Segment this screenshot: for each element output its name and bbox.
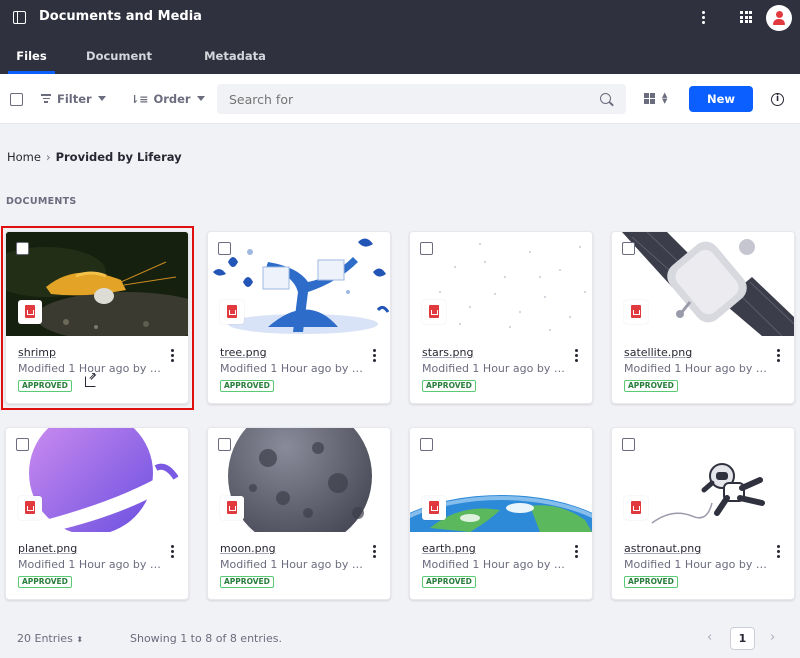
order-button[interactable]: ⇂≡ Order bbox=[130, 89, 205, 109]
card-title[interactable]: planet.png bbox=[18, 542, 77, 555]
tab-files[interactable]: Files bbox=[8, 39, 55, 74]
sort-icon: ⇂≡ bbox=[130, 93, 149, 106]
card-actions-kebab-icon[interactable] bbox=[575, 349, 578, 364]
document-card-shrimp[interactable]: shrimp Modified 1 Hour ago by Test Test … bbox=[5, 231, 189, 404]
breadcrumb: Home › Provided by Liferay bbox=[7, 150, 182, 164]
status-badge: APPROVED bbox=[624, 380, 678, 392]
card-meta: Modified 1 Hour ago by Test Test bbox=[624, 362, 769, 375]
card-actions-kebab-icon[interactable] bbox=[777, 349, 780, 364]
status-badge: APPROVED bbox=[422, 380, 476, 392]
image-file-icon bbox=[220, 300, 244, 324]
card-checkbox[interactable] bbox=[622, 242, 635, 255]
image-file-icon bbox=[220, 496, 244, 520]
document-card-stars[interactable]: stars.png Modified 1 Hour ago by Test Te… bbox=[409, 231, 593, 404]
card-checkbox[interactable] bbox=[622, 438, 635, 451]
filter-button[interactable]: Filter bbox=[41, 89, 106, 109]
info-icon[interactable]: i bbox=[771, 93, 784, 106]
card-meta: Modified 1 Hour ago by Test Test bbox=[422, 558, 567, 571]
card-meta: Modified 1 Hour ago by Test Test bbox=[220, 362, 365, 375]
chevron-down-icon bbox=[97, 96, 106, 101]
image-file-icon bbox=[624, 496, 648, 520]
breadcrumb-home[interactable]: Home bbox=[7, 150, 41, 164]
document-card-earth[interactable]: earth.png Modified 1 Hour ago by Test Te… bbox=[409, 427, 593, 600]
options-kebab-icon[interactable] bbox=[702, 11, 705, 26]
card-checkbox[interactable] bbox=[218, 438, 231, 451]
entries-per-page-selector[interactable]: 20 Entries ⬍ bbox=[17, 632, 83, 645]
card-actions-kebab-icon[interactable] bbox=[171, 545, 174, 560]
document-card-astronaut[interactable]: astronaut.png Modified 1 Hour ago by Tes… bbox=[611, 427, 795, 600]
tab-metadata-sets[interactable]: Metadata Sets bbox=[188, 39, 282, 97]
external-link-icon[interactable] bbox=[85, 371, 96, 387]
card-checkbox[interactable] bbox=[420, 438, 433, 451]
status-badge: APPROVED bbox=[422, 576, 476, 588]
pagination-results: Showing 1 to 8 of 8 entries. bbox=[130, 632, 282, 645]
section-title: DOCUMENTS bbox=[6, 196, 77, 207]
new-button[interactable]: New bbox=[689, 86, 753, 112]
display-style-cards-icon[interactable] bbox=[644, 93, 655, 104]
tabs-bar: Files Document Types Metadata Sets bbox=[0, 39, 800, 97]
caret-double-icon: ⬍ bbox=[76, 635, 84, 644]
card-actions-kebab-icon[interactable] bbox=[373, 349, 376, 364]
search-icon[interactable] bbox=[600, 93, 611, 104]
status-badge: APPROVED bbox=[220, 380, 274, 392]
apps-grid-icon[interactable] bbox=[740, 11, 752, 23]
app-header: Documents and Media bbox=[0, 0, 800, 39]
card-title[interactable]: astronaut.png bbox=[624, 542, 701, 555]
status-badge: APPROVED bbox=[18, 576, 72, 588]
image-file-icon bbox=[422, 496, 446, 520]
image-file-icon bbox=[18, 300, 42, 324]
sidebar-toggle-icon[interactable] bbox=[13, 11, 26, 24]
card-actions-kebab-icon[interactable] bbox=[575, 545, 578, 560]
card-checkbox[interactable] bbox=[218, 242, 231, 255]
chevron-right-icon[interactable]: › bbox=[770, 630, 775, 645]
status-badge: APPROVED bbox=[624, 576, 678, 588]
card-checkbox[interactable] bbox=[16, 242, 29, 255]
page-number-button[interactable]: 1 bbox=[730, 627, 755, 650]
chevron-right-icon: › bbox=[45, 150, 51, 164]
breadcrumb-current: Provided by Liferay bbox=[55, 150, 182, 164]
card-title[interactable]: tree.png bbox=[220, 346, 267, 359]
tab-document-types[interactable]: Document Types bbox=[67, 39, 171, 97]
image-file-icon bbox=[422, 300, 446, 324]
card-actions-kebab-icon[interactable] bbox=[777, 545, 780, 560]
card-actions-kebab-icon[interactable] bbox=[171, 349, 174, 364]
status-badge: APPROVED bbox=[220, 576, 274, 588]
document-card-satellite[interactable]: satellite.png Modified 1 Hour ago by Tes… bbox=[611, 231, 795, 404]
chevron-left-icon[interactable]: ‹ bbox=[707, 630, 712, 645]
select-all-checkbox[interactable] bbox=[10, 93, 23, 106]
document-card-planet[interactable]: planet.png Modified 1 Hour ago by Test T… bbox=[5, 427, 189, 600]
filter-icon bbox=[41, 92, 51, 103]
card-meta: Modified 1 Hour ago by Test Test bbox=[422, 362, 567, 375]
card-title[interactable]: moon.png bbox=[220, 542, 276, 555]
card-checkbox[interactable] bbox=[420, 242, 433, 255]
image-file-icon bbox=[624, 300, 648, 324]
card-title[interactable]: earth.png bbox=[422, 542, 476, 555]
document-card-tree[interactable]: tree.png Modified 1 Hour ago by Test Tes… bbox=[207, 231, 391, 404]
card-meta: Modified 1 Hour ago by Test Test bbox=[18, 558, 163, 571]
page-title: Documents and Media bbox=[39, 9, 202, 24]
caret-double-icon[interactable]: ▲ ▼ bbox=[662, 92, 667, 105]
card-meta: Modified 1 Hour ago by Test Test bbox=[220, 558, 365, 571]
card-meta: Modified 1 Hour ago by Test Test bbox=[624, 558, 769, 571]
chevron-down-icon bbox=[196, 96, 205, 101]
search-input[interactable] bbox=[217, 84, 626, 114]
card-actions-kebab-icon[interactable] bbox=[373, 545, 376, 560]
document-card-moon[interactable]: moon.png Modified 1 Hour ago by Test Tes… bbox=[207, 427, 391, 600]
card-title[interactable]: stars.png bbox=[422, 346, 473, 359]
card-title[interactable]: satellite.png bbox=[624, 346, 692, 359]
user-avatar[interactable] bbox=[766, 5, 792, 31]
card-checkbox[interactable] bbox=[16, 438, 29, 451]
image-file-icon bbox=[18, 496, 42, 520]
card-title[interactable]: shrimp bbox=[18, 346, 56, 359]
status-badge: APPROVED bbox=[18, 380, 72, 392]
